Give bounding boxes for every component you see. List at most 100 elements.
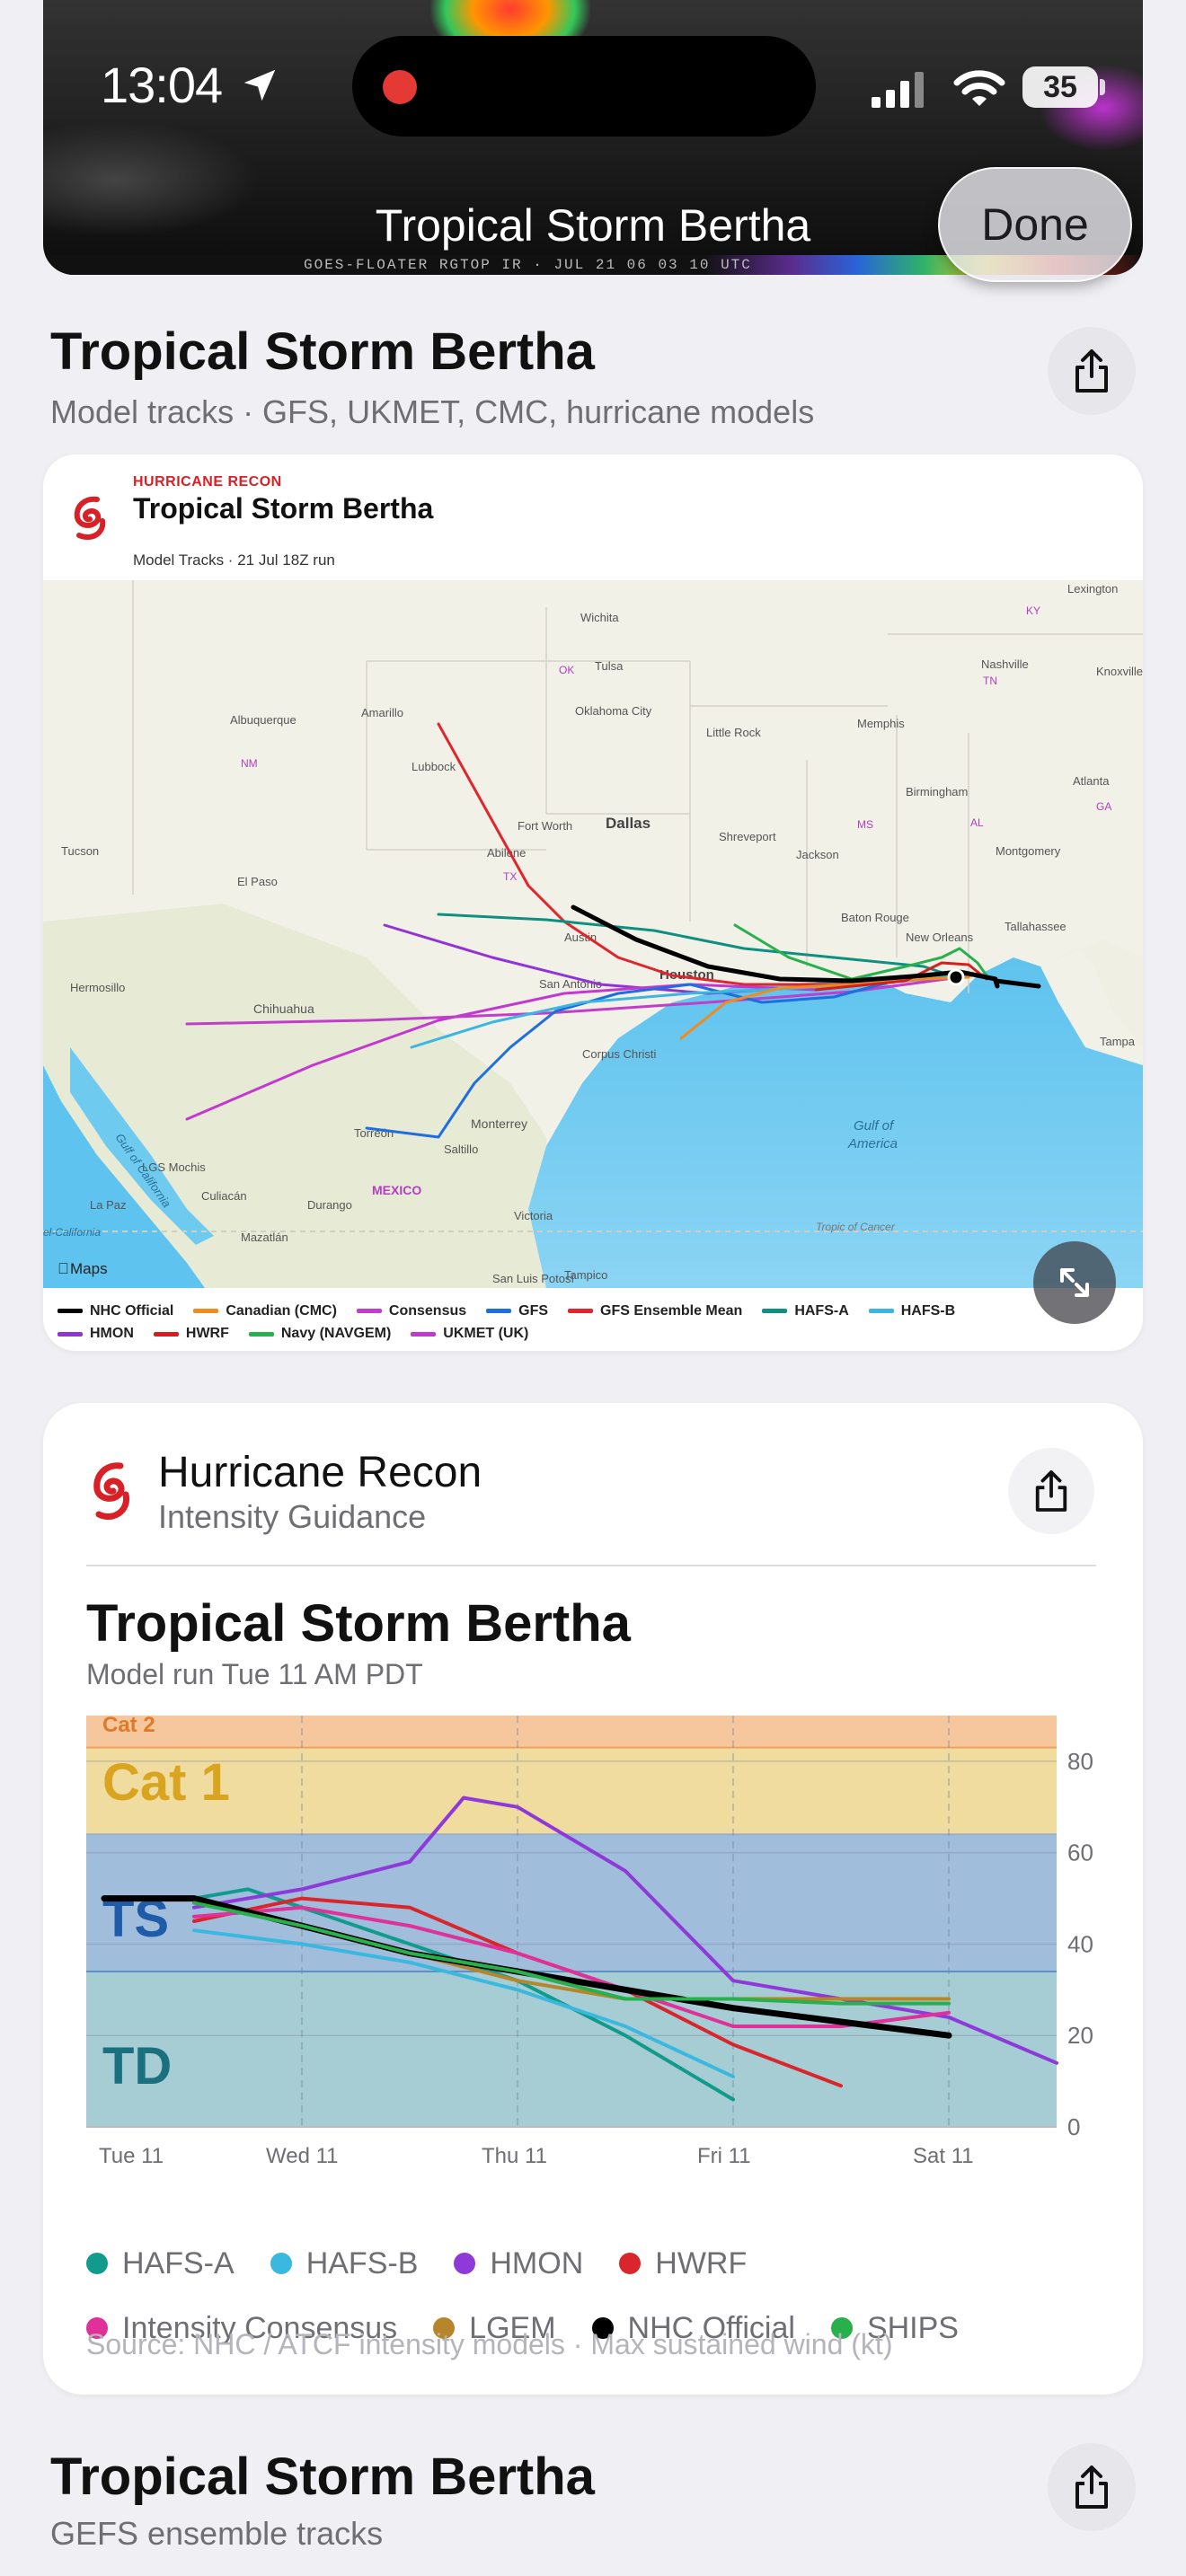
map-label-wichita: Wichita [580, 611, 619, 624]
x-tick-label: Tue 11 [99, 2144, 164, 2168]
legend-swatch [762, 1309, 788, 1313]
map-label-ms: MS [857, 818, 873, 831]
legend-item: GFS Ensemble Mean [568, 1301, 742, 1322]
map-label-atlanta: Atlanta [1073, 774, 1110, 788]
hurricane-logo-icon [93, 1462, 130, 1520]
cellular-signal-icon [872, 72, 924, 108]
map-label-tx: TX [503, 870, 517, 883]
band-cat-1 [86, 1747, 1057, 1835]
y-tick-label: 60 [1067, 1839, 1093, 1866]
map-label-ga: GA [1096, 800, 1111, 813]
map-label-victoria: Victoria [514, 1209, 553, 1222]
legend-label: Navy (NAVGEM) [280, 1326, 392, 1341]
map-label-mexico: MEXICO [372, 1183, 421, 1197]
legend-dot [454, 2253, 476, 2274]
legend-label: HMON [490, 2246, 584, 2280]
source-note: Source: NHC / ATCF intensity models · Ma… [86, 2328, 893, 2360]
band-td [86, 1971, 1057, 2127]
y-tick-label: 80 [1067, 1748, 1093, 1775]
legend-item: UKMET (UK) [411, 1323, 528, 1345]
hurricane-logo-icon [74, 496, 106, 540]
map-label-tucson: Tucson [61, 844, 99, 858]
legend-label: Consensus [388, 1302, 467, 1319]
map-label-memphis: Memphis [857, 717, 905, 730]
map-label-gulf: Gulf of [854, 1118, 895, 1134]
map-label-new-orleans: New Orleans [906, 931, 974, 944]
done-button[interactable]: Done [938, 167, 1132, 282]
card-subtitle: Intensity Guidance [158, 1498, 427, 1535]
battery-icon: 35 [1022, 66, 1098, 108]
chart-subtitle: Model run Tue 11 AM PDT [86, 1658, 423, 1690]
map-label-nashville: Nashville [981, 657, 1029, 671]
section-title: Tropical Storm Bertha [50, 322, 595, 381]
expand-map-button[interactable] [1033, 1241, 1116, 1324]
legend-dot [270, 2253, 292, 2274]
map-label-durango: Durango [307, 1198, 352, 1212]
share-button[interactable] [1048, 327, 1136, 415]
legend-label: UKMET (UK) [443, 1326, 529, 1341]
dynamic-island [352, 36, 816, 137]
legend-item: HWRF [619, 2235, 747, 2292]
legend-dot [619, 2253, 642, 2274]
map-label-el-paso: El Paso [237, 875, 278, 888]
legend-item: GFS [486, 1301, 548, 1322]
share-icon [1075, 349, 1108, 393]
map-label-san-luis: San Luis Potosí [492, 1272, 574, 1285]
band-cat-2 [86, 1716, 1057, 1748]
legend-swatch [153, 1331, 179, 1337]
model-tracks-card[interactable]: HURRICANE RECON Tropical Storm Bertha Mo… [43, 454, 1143, 1351]
section-subtitle: GEFS ensemble tracks [50, 2515, 384, 2552]
map-label-montgomery: Montgomery [996, 844, 1061, 858]
legend-label: HAFS-B [900, 1302, 956, 1319]
map-label-knoxville: Knoxville [1096, 665, 1143, 678]
y-tick-label: 20 [1067, 2022, 1093, 2049]
legend-swatch [411, 1331, 437, 1337]
map-label-nm: NM [241, 757, 258, 770]
wifi-icon [953, 70, 1005, 106]
map-label-san-antonio: San Antonio [539, 977, 602, 991]
map-label-saltillo: Saltillo [444, 1142, 478, 1156]
map-label-culiacan: Culiacán [201, 1189, 247, 1203]
intensity-chart[interactable]: TDTSCat 1Cat 2020406080Tue 11 Wed 11 Thu 1… [43, 1708, 1143, 2220]
legend-label: HWRF [655, 2246, 748, 2280]
share-button[interactable] [1048, 2443, 1136, 2531]
map-label-baton-rouge: Baton Rouge [841, 911, 909, 924]
apple-logo-icon:  [58, 1260, 69, 1277]
band-label: Cat 2 [102, 1713, 155, 1737]
band-label: TD [102, 2037, 172, 2095]
intensity-guidance-card[interactable]: Hurricane Recon Intensity Guidance Tropi… [43, 1403, 1143, 2395]
run-label: Model Tracks · 21 Jul 18Z run [133, 551, 335, 569]
map-label-ok: OK [559, 664, 574, 676]
map-label-dallas: Dallas [606, 815, 651, 832]
legend-item: HMON [58, 1323, 134, 1345]
legend-item: NHC Official [58, 1301, 173, 1322]
share-icon [1035, 1470, 1067, 1512]
map-label-monterrey: Monterrey [471, 1116, 527, 1131]
share-button[interactable] [1008, 1448, 1094, 1534]
legend-swatch [58, 1309, 83, 1313]
model-tracks-map[interactable]: Lexington KY Nashville TN Knoxville Wich… [43, 580, 1143, 1288]
legend-swatch [486, 1309, 512, 1313]
map-label-al: AL [970, 816, 984, 829]
brand-label: HURRICANE RECON [133, 474, 282, 490]
x-tick-label: Sat 11 [913, 2144, 974, 2168]
map-label-chihuahua: Chihuahua [253, 1001, 314, 1016]
location-arrow-icon [243, 69, 276, 101]
map-label-okc: Oklahoma City [575, 704, 652, 718]
storm-position-marker [947, 968, 965, 986]
map-label-albuquerque: Albuquerque [230, 713, 296, 727]
legend-label: GFS Ensemble Mean [600, 1302, 743, 1319]
legend-label: HAFS-A [122, 2246, 235, 2280]
brand-name: Hurricane Recon [158, 1449, 482, 1496]
map-label-tampa: Tampa [1100, 1035, 1136, 1048]
x-tick-label: Fri 11 [697, 2144, 751, 2168]
band-label: Cat 1 [102, 1753, 230, 1812]
map-label-tulsa: Tulsa [595, 659, 624, 673]
divider [86, 1565, 1096, 1566]
legend-swatch [58, 1331, 83, 1337]
map-label-mazatlan: Mazatlán [241, 1231, 288, 1244]
map-label-lexington: Lexington [1067, 582, 1118, 595]
card-title: Tropical Storm Bertha [133, 492, 434, 525]
legend-item: HAFS-A [762, 1301, 849, 1322]
share-icon [1075, 2466, 1108, 2509]
